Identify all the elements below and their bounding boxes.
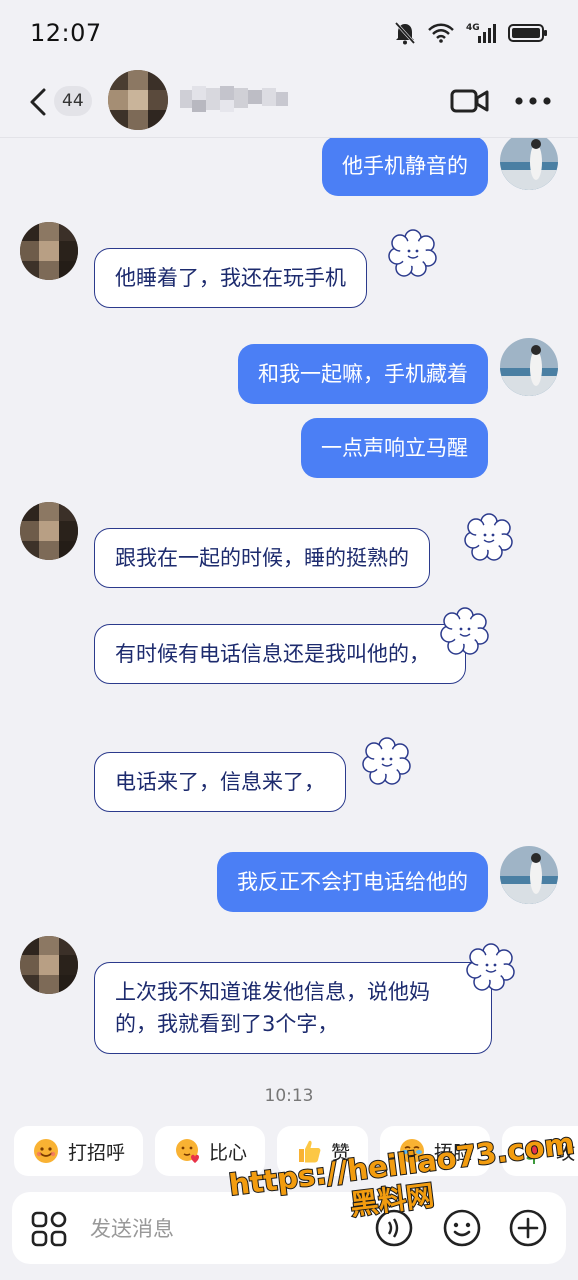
flower-sticker-icon	[362, 737, 411, 785]
flower-sticker-icon	[388, 229, 437, 277]
message-bubble[interactable]: 他睡着了，我还在玩手机	[94, 248, 367, 308]
status-time: 12:07	[30, 19, 102, 47]
my-avatar[interactable]	[500, 338, 558, 396]
message-bubble[interactable]: 有时候有电话信息还是我叫他的，	[94, 624, 466, 684]
apps-grid-icon[interactable]	[30, 1210, 68, 1248]
status-icons: 4G	[394, 21, 548, 45]
contact-name-pixelated	[180, 86, 288, 112]
heart-hands-emoji-icon	[176, 1139, 200, 1163]
contact-message-avatar[interactable]	[20, 222, 78, 280]
message-bubble[interactable]: 他手机静音的	[322, 138, 488, 196]
network-type-label: 4G	[466, 23, 480, 33]
message-bubble[interactable]: 跟我在一起的时候，睡的挺熟的	[94, 528, 430, 588]
message-bubble[interactable]: 电话来了，信息来了，	[94, 752, 346, 812]
message-bubble[interactable]: 一点声响立马醒	[301, 418, 488, 478]
smile-emoji-icon	[34, 1139, 58, 1163]
wifi-icon	[428, 23, 454, 43]
signal-icon: 4G	[466, 23, 496, 43]
chat-header: 44	[0, 66, 578, 138]
quick-reply-label: 比心	[209, 1141, 248, 1164]
quick-reply-chip[interactable]: 打招呼	[14, 1126, 144, 1176]
message-bubble[interactable]: 上次我不知道谁发他信息，说他妈的，我就看到了3个字，	[94, 962, 492, 1054]
video-call-icon[interactable]	[450, 86, 490, 116]
my-avatar[interactable]	[500, 846, 558, 904]
my-avatar[interactable]	[500, 138, 558, 190]
contact-avatar[interactable]	[108, 70, 168, 130]
contact-message-avatar[interactable]	[20, 502, 78, 560]
flower-sticker-icon	[466, 943, 515, 991]
flower-sticker-icon	[440, 607, 489, 655]
mute-bell-icon	[394, 21, 416, 45]
unread-count-badge[interactable]: 44	[54, 86, 92, 116]
battery-icon	[508, 24, 547, 42]
message-bubble[interactable]: 和我一起嘛，手机藏着	[238, 344, 488, 404]
more-options-icon[interactable]	[514, 96, 554, 106]
chat-message-list[interactable]: 他手机静音的 他睡着了，我还在玩手机 和我一起嘛，手机藏着 一点声响立马醒 跟我…	[0, 138, 578, 1078]
flower-sticker-icon	[464, 513, 513, 561]
contact-message-avatar[interactable]	[20, 936, 78, 994]
message-timestamp: 10:13	[264, 1086, 314, 1106]
status-bar: 12:07 4G	[0, 0, 578, 66]
back-arrow-icon[interactable]	[26, 86, 50, 118]
message-bubble[interactable]: 我反正不会打电话给他的	[217, 852, 488, 912]
quick-reply-label: 打招呼	[68, 1141, 126, 1164]
